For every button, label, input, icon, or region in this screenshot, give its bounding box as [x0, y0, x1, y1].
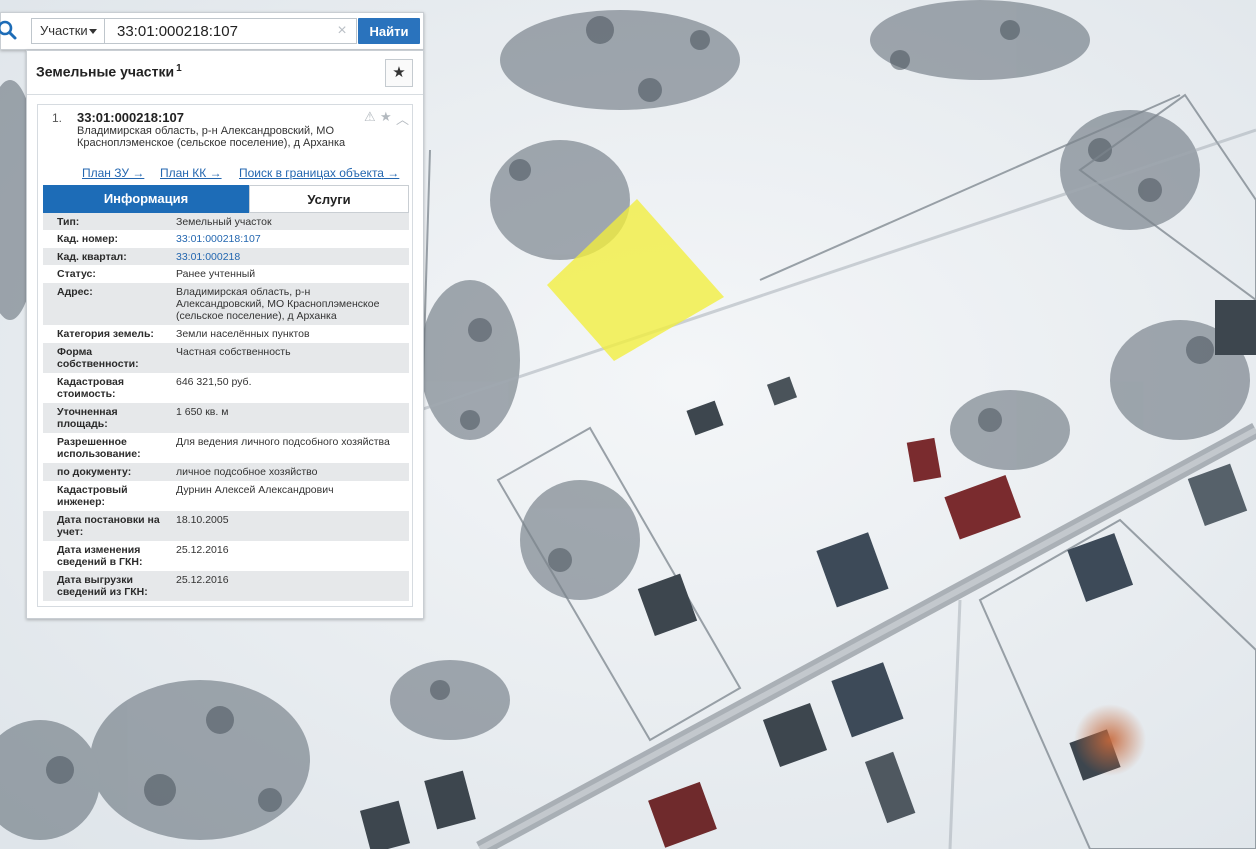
card-actions: ⚠ ★ ︿ — [364, 109, 412, 127]
search-in-bounds-link[interactable]: Поиск в границах объекта → — [239, 166, 399, 180]
cad-quarter-link[interactable]: 33:01:000218 — [176, 251, 400, 263]
row-value: Ранее учтенный — [176, 268, 256, 280]
info-row-ownership: Форма собственности: Частная собственнос… — [43, 343, 409, 373]
row-label: Дата постановки на учет: — [57, 514, 160, 538]
row-label: Адрес: — [57, 286, 93, 298]
info-row-address: Адрес: Владимирская область, р-н Алексан… — [43, 283, 409, 325]
info-row-cad-number: Кад. номер: 33:01:000218:107 — [43, 230, 409, 248]
search-type-label: Участки — [40, 23, 88, 38]
chevron-up-icon[interactable]: ︿ — [396, 109, 409, 128]
tab-services[interactable]: Услуги — [249, 185, 409, 213]
row-value: Частная собственность — [176, 346, 291, 358]
row-value: Владимирская область, р-н Александровски… — [176, 286, 380, 322]
info-table: Тип: Земельный участок Кад. номер: 33:01… — [43, 213, 409, 601]
info-row-cad-quarter: Кад. квартал: 33:01:000218 — [43, 248, 409, 265]
panel-title: Земельные участки 1 — [36, 63, 182, 80]
plan-kk-link[interactable]: План КК → — [160, 166, 222, 180]
result-cadastral-number[interactable]: 33:01:000218:107 — [77, 110, 184, 125]
info-row-permitted-use: Разрешенное использование: Для ведения л… — [43, 433, 409, 463]
result-count: 1 — [176, 63, 182, 74]
row-label: Уточненная площадь: — [57, 406, 118, 430]
favorite-button[interactable]: ★ — [385, 59, 413, 87]
search-input[interactable] — [105, 18, 357, 44]
row-label: Дата выгрузки сведений из ГКН: — [57, 574, 148, 598]
row-label: Статус: — [57, 268, 96, 280]
row-value: 18.10.2005 — [176, 514, 229, 526]
panel-divider — [27, 94, 423, 95]
row-value: Земли населённых пунктов — [176, 328, 310, 340]
info-row-cadastral-value: Кадастровая стоимость: 646 321,50 руб. — [43, 373, 409, 403]
row-label: Кад. номер: — [57, 233, 119, 245]
row-value: 646 321,50 руб. — [176, 376, 252, 388]
search-type-select[interactable]: Участки — [31, 18, 105, 44]
info-row-status: Статус: Ранее учтенный — [43, 265, 409, 283]
row-label: Кад. квартал: — [57, 251, 127, 263]
result-address: Владимирская область, р-н Александровски… — [77, 125, 346, 149]
row-value: Земельный участок — [176, 216, 272, 228]
results-panel: Земельные участки 1 ★ 1. 33:01:000218:107… — [26, 50, 424, 619]
row-label: по документу: — [57, 466, 132, 478]
tab-info[interactable]: Информация — [43, 185, 249, 213]
warning-icon[interactable]: ⚠ — [364, 109, 376, 125]
close-icon[interactable]: × — [335, 21, 349, 41]
panel-title-text: Земельные участки — [36, 63, 175, 80]
info-row-change-date: Дата изменения сведений в ГКН: 25.12.201… — [43, 541, 409, 571]
info-row-land-category: Категория земель: Земли населённых пункт… — [43, 325, 409, 343]
plan-zu-link[interactable]: План ЗУ → — [82, 166, 144, 180]
find-button[interactable]: Найти — [358, 18, 420, 44]
row-value: 25.12.2016 — [176, 574, 229, 586]
info-row-by-document: по документу: личное подсобное хозяйство — [43, 463, 409, 481]
row-value: 25.12.2016 — [176, 544, 229, 556]
row-label: Тип: — [57, 216, 80, 228]
row-value: 1 650 кв. м — [176, 406, 229, 418]
cad-number-link[interactable]: 33:01:000218:107 — [176, 233, 400, 245]
row-label: Дата изменения сведений в ГКН: — [57, 544, 143, 568]
chevron-down-icon — [89, 29, 97, 34]
row-value: Дурнин Алексей Александрович — [176, 484, 334, 496]
info-row-type: Тип: Земельный участок — [43, 213, 409, 230]
info-row-registration-date: Дата постановки на учет: 18.10.2005 — [43, 511, 409, 541]
info-row-engineer: Кадастровый инженер: Дурнин Алексей Алек… — [43, 481, 409, 511]
row-value: личное подсобное хозяйство — [176, 466, 318, 478]
result-card: 1. 33:01:000218:107 Владимирская область… — [37, 104, 413, 607]
result-index: 1. — [52, 111, 63, 125]
info-row-area: Уточненная площадь: 1 650 кв. м — [43, 403, 409, 433]
search-icon[interactable] — [0, 19, 19, 41]
row-label: Форма собственности: — [57, 346, 139, 370]
info-row-export-date: Дата выгрузки сведений из ГКН: 25.12.201… — [43, 571, 409, 601]
row-label: Кадастровый инженер: — [57, 484, 128, 508]
row-value: Для ведения личного подсобного хозяйства — [176, 436, 390, 448]
star-icon[interactable]: ★ — [380, 109, 392, 125]
search-bar: Участки × Найти — [0, 12, 424, 50]
row-label: Разрешенное использование: — [57, 436, 141, 460]
row-label: Категория земель: — [57, 328, 154, 340]
row-label: Кадастровая стоимость: — [57, 376, 124, 400]
star-icon: ★ — [392, 64, 406, 81]
